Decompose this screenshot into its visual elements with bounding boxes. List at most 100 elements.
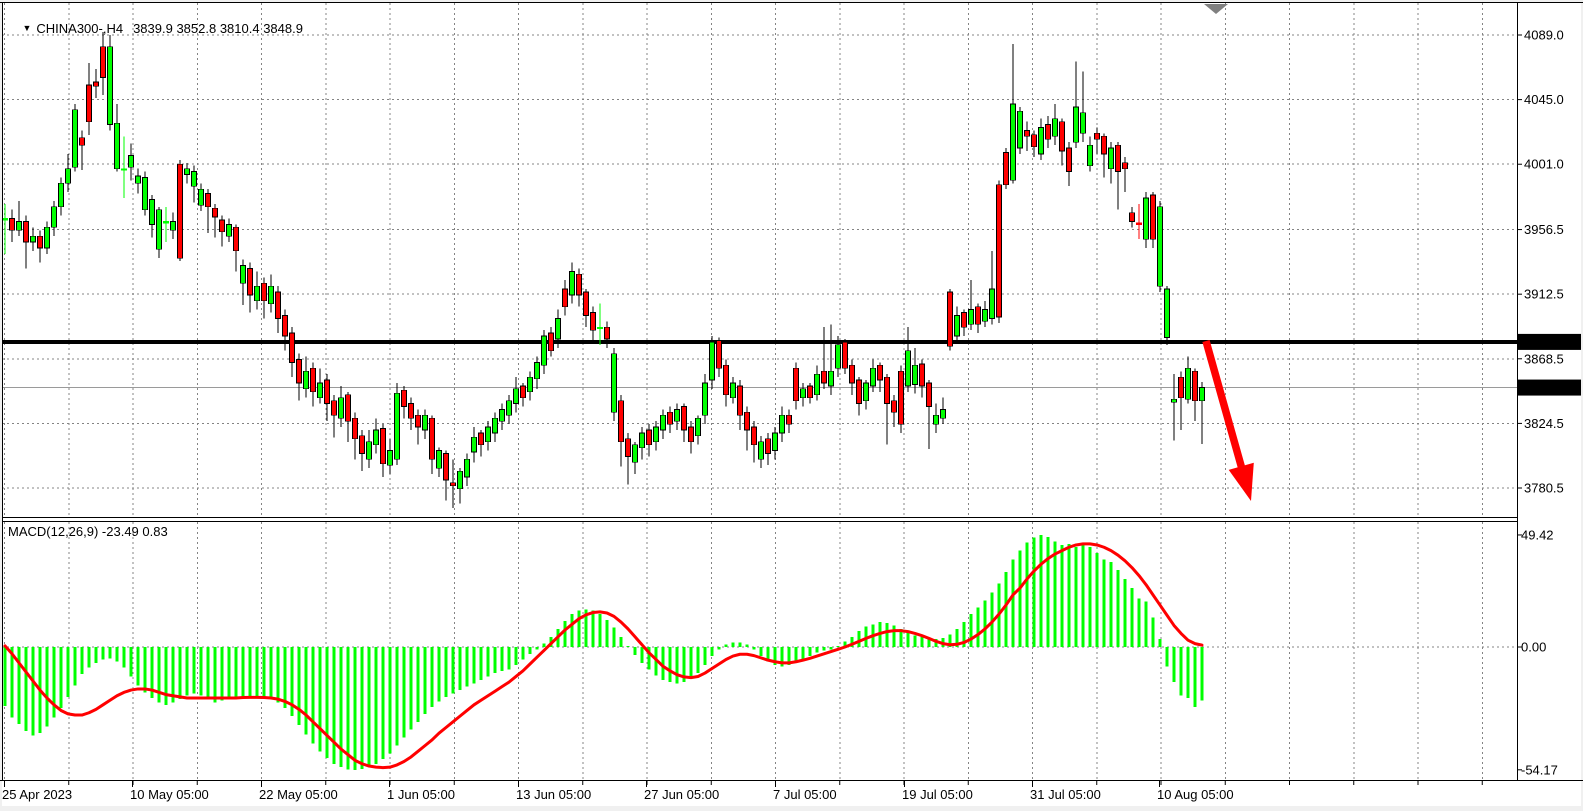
candle-body xyxy=(1151,195,1156,239)
macd-histogram-bar xyxy=(179,647,182,699)
macd-histogram-bar xyxy=(1187,647,1190,698)
macd-histogram-bar xyxy=(417,647,420,722)
candle-body xyxy=(234,227,239,250)
candle-body xyxy=(227,224,232,236)
candle-body xyxy=(822,371,827,383)
macd-histogram-bar xyxy=(1124,579,1127,647)
candle-body xyxy=(493,418,498,433)
candle-body xyxy=(752,427,757,445)
candle-body xyxy=(297,360,302,383)
candle-body xyxy=(1088,145,1093,166)
candle-body xyxy=(199,189,204,205)
macd-histogram-bar xyxy=(123,647,126,667)
candle-body xyxy=(1011,104,1016,180)
macd-histogram-bar xyxy=(1096,553,1099,647)
candle-body xyxy=(941,409,946,418)
candle-body xyxy=(808,386,813,398)
macd-histogram-bar xyxy=(536,647,539,649)
chart-title: ▼CHINA300-,H43839.9 3852.8 3810.4 3848.9 xyxy=(8,6,303,51)
macd-histogram-bar xyxy=(641,647,644,663)
candle-body xyxy=(283,315,288,336)
macd-histogram-bar xyxy=(445,647,448,697)
time-axis-label: 1 Jun 05:00 xyxy=(387,787,455,802)
candle-body xyxy=(920,364,925,386)
macd-histogram-bar xyxy=(669,647,672,682)
macd-scale-label: 0.00 xyxy=(1521,640,1546,655)
macd-histogram-bar xyxy=(1194,647,1197,707)
candle-body xyxy=(990,289,995,318)
macd-histogram-bar xyxy=(676,647,679,683)
macd-histogram-bar xyxy=(1138,598,1141,647)
macd-histogram-bar xyxy=(81,647,84,674)
candle-body xyxy=(346,395,351,421)
price-scale-label: 4089.0 xyxy=(1524,28,1564,43)
candle-body xyxy=(430,418,435,459)
macd-histogram-bar xyxy=(88,647,91,667)
candle-body xyxy=(31,236,36,242)
macd-histogram-bar xyxy=(634,647,637,655)
time-axis-label: 7 Jul 05:00 xyxy=(773,787,837,802)
macd-histogram-bar xyxy=(410,647,413,730)
time-axis-label: 25 Apr 2023 xyxy=(2,787,72,802)
macd-histogram-bar xyxy=(382,647,385,759)
candle-body xyxy=(948,292,953,346)
macd-histogram-bar xyxy=(1033,538,1036,647)
candle-body xyxy=(906,351,911,386)
candle-body xyxy=(1193,371,1198,400)
macd-histogram-bar xyxy=(144,647,147,692)
macd-histogram-bar xyxy=(907,632,910,647)
candle-body xyxy=(647,430,652,445)
macd-histogram-bar xyxy=(1131,588,1134,647)
candle-body xyxy=(318,383,323,398)
candle-body xyxy=(1123,163,1128,169)
candle-body xyxy=(892,401,897,413)
macd-histogram-bar xyxy=(116,647,119,662)
candle-body xyxy=(444,454,449,480)
candle-body xyxy=(262,283,267,301)
candle-body xyxy=(479,433,484,445)
macd-histogram-bar xyxy=(501,647,504,671)
macd-histogram-bar xyxy=(984,601,987,647)
macd-histogram-bar xyxy=(242,647,245,697)
macd-histogram-bar xyxy=(228,647,231,698)
macd-histogram-bar xyxy=(46,647,49,726)
candle-body xyxy=(689,427,694,442)
candle-body xyxy=(241,266,246,284)
candle-body xyxy=(1039,128,1044,154)
candle-body xyxy=(171,221,176,230)
candle-body xyxy=(794,368,799,400)
candle-body xyxy=(934,415,939,424)
candle-body xyxy=(311,368,316,391)
time-axis-label: 19 Jul 05:00 xyxy=(902,787,973,802)
candle-body xyxy=(997,185,1002,317)
macd-histogram-bar xyxy=(753,647,756,649)
macd-histogram-bar xyxy=(1180,647,1183,696)
symbol-collapse-icon[interactable]: ▼ xyxy=(22,23,31,33)
candle-body xyxy=(1130,213,1135,222)
candle-body xyxy=(850,365,855,383)
macd-histogram-bar xyxy=(396,647,399,746)
candle-body xyxy=(864,383,869,401)
candle-body xyxy=(675,409,680,421)
candle-body xyxy=(1067,148,1072,171)
macd-histogram-bar xyxy=(977,607,980,647)
candle-body xyxy=(955,315,960,336)
macd-histogram-bar xyxy=(809,647,812,656)
macd-histogram-bar xyxy=(718,647,721,649)
macd-histogram-bar xyxy=(858,631,861,647)
candle-body xyxy=(1172,399,1177,402)
candle-body xyxy=(465,459,470,477)
candle-body xyxy=(815,374,820,395)
macd-histogram-bar xyxy=(487,647,490,676)
candle-body xyxy=(570,271,575,294)
candle-body xyxy=(178,164,183,258)
macd-histogram-bar xyxy=(186,647,189,696)
macd-histogram-bar xyxy=(452,647,455,693)
candle-body xyxy=(500,409,505,421)
candle-body xyxy=(94,82,99,86)
chart-canvas[interactable]: 4089.04045.04001.03956.53912.53880.03868… xyxy=(0,0,1583,811)
macd-histogram-bar xyxy=(578,611,581,647)
macd-histogram-bar xyxy=(1082,545,1085,647)
macd-histogram-bar xyxy=(760,647,763,656)
macd-histogram-bar xyxy=(270,647,273,699)
